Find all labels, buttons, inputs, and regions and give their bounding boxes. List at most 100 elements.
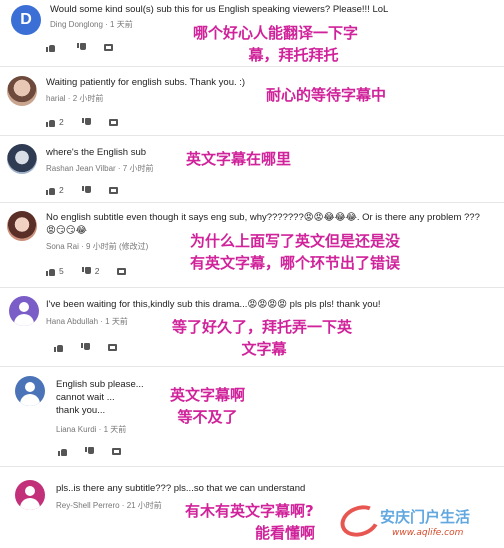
comment-actions: [58, 444, 139, 458]
caption-line: 文字幕: [241, 340, 287, 358]
thumbs-up-icon: [46, 118, 55, 127]
dislike-button[interactable]: 2: [81, 266, 100, 276]
comment-text: Waiting patiently for english subs. Than…: [46, 77, 246, 88]
timestamp[interactable]: 2 小时前: [73, 94, 104, 103]
reply-icon: [117, 267, 127, 275]
caption-line: 幕，拜托拜托: [248, 46, 339, 64]
comment-meta: Rashan Jean Vilbar · 7 小时前: [46, 164, 154, 173]
divider: [0, 202, 504, 203]
author-name[interactable]: Hana Abdullah: [46, 317, 98, 326]
like-button[interactable]: [58, 447, 67, 456]
caption-line: 等了好久了，拜托弄一下英: [172, 318, 353, 336]
comment-meta: Sona Rai · 9 小时前 (修改过): [46, 242, 149, 251]
dislike-count: 2: [94, 266, 100, 276]
comment-5: I've been waiting for this,kindly sub th…: [0, 292, 504, 362]
reply-button[interactable]: [108, 186, 118, 194]
author-name[interactable]: Ding Donglong: [50, 20, 103, 29]
comment-meta: Hana Abdullah · 1 天前: [46, 317, 128, 326]
caption-line: 能看懂啊: [255, 524, 316, 542]
avatar[interactable]: [9, 296, 39, 326]
avatar[interactable]: D: [11, 5, 41, 35]
timestamp[interactable]: 1 天前: [104, 425, 127, 434]
timestamp[interactable]: 1 天前: [105, 317, 128, 326]
thumbs-down-icon: [85, 446, 94, 456]
comment-text: thank you...: [56, 405, 106, 416]
avatar[interactable]: [15, 480, 45, 510]
caption-line: 有英文字幕，哪个环节出了错误: [190, 254, 401, 272]
comment-actions: [54, 340, 135, 354]
comment-2: Waiting patiently for english subs. Than…: [0, 70, 504, 130]
translation-caption: 有木有英文字幕啊? 能看懂啊: [185, 500, 315, 544]
comment-actions: 5 2: [46, 264, 144, 278]
author-name[interactable]: Rashan Jean Vilbar: [46, 164, 116, 173]
like-count: 2: [59, 117, 64, 127]
avatar[interactable]: [7, 144, 37, 174]
translation-caption: 耐心的等待字幕中: [266, 84, 386, 106]
dislike-button[interactable]: [85, 446, 94, 456]
thumbs-down-icon: [77, 42, 86, 52]
comment-meta: harial · 2 小时前: [46, 94, 104, 103]
reply-icon: [104, 43, 113, 51]
thumbs-up-icon: [46, 186, 55, 195]
dislike-button[interactable]: [81, 342, 90, 352]
edited-label: (修改过): [118, 242, 149, 251]
site-watermark: 安庆门户生活 www.aqlife.com: [336, 500, 504, 548]
watermark-logo-icon: [336, 500, 384, 542]
caption-line: 等不及了: [177, 408, 238, 426]
timestamp[interactable]: 9 小时前: [86, 242, 117, 251]
timestamp[interactable]: 7 小时前: [123, 164, 154, 173]
like-button[interactable]: [54, 343, 63, 352]
like-button[interactable]: [46, 43, 59, 52]
avatar[interactable]: [7, 76, 37, 106]
timestamp[interactable]: 1 天前: [110, 20, 133, 29]
comment-4: No english subtitle even though it says …: [0, 206, 504, 282]
like-button[interactable]: 2: [46, 185, 64, 195]
translation-caption: 英文字幕在哪里: [186, 148, 291, 170]
reply-button[interactable]: [112, 447, 121, 455]
comment-actions: [46, 40, 131, 54]
like-count: 5: [59, 266, 64, 276]
thumbs-down-icon: [81, 266, 91, 276]
reply-button[interactable]: [117, 267, 127, 275]
comment-text: I've been waiting for this,kindly sub th…: [46, 299, 381, 310]
like-button[interactable]: 5: [46, 266, 64, 276]
caption-line: 为什么上面写了英文但是还是没: [190, 232, 401, 250]
avatar-letter: D: [20, 11, 32, 28]
author-name[interactable]: harial: [46, 94, 66, 103]
translation-caption: 哪个好心人能翻译一下字 幕，拜托拜托: [193, 22, 358, 66]
timestamp[interactable]: 21 小时前: [127, 501, 162, 510]
dislike-button[interactable]: [81, 117, 91, 127]
author-name[interactable]: Liana Kurdi: [56, 425, 96, 434]
thumbs-down-icon: [81, 342, 90, 352]
thumbs-up-icon: [46, 267, 55, 276]
caption-line: 耐心的等待字幕中: [266, 86, 387, 104]
comment-text: cannot wait ...: [56, 392, 115, 403]
comment-text: pls..is there any subtitle??? pls...so t…: [56, 483, 306, 494]
dislike-button[interactable]: [77, 42, 86, 52]
translation-caption: 为什么上面写了英文但是还是没 有英文字幕，哪个环节出了错误: [190, 230, 400, 274]
comment-meta: Liana Kurdi · 1 天前: [56, 425, 127, 434]
thumbs-up-icon: [54, 343, 63, 352]
comment-actions: 2: [46, 183, 136, 197]
reply-icon: [112, 447, 121, 455]
comment-1: D Would some kind soul(s) sub this for u…: [0, 0, 504, 64]
reply-button[interactable]: [108, 343, 117, 351]
translation-caption: 等了好久了，拜托弄一下英 文字幕: [172, 316, 352, 360]
caption-line: 哪个好心人能翻译一下字: [193, 24, 359, 42]
caption-line: 有木有英文字幕啊?: [185, 502, 314, 520]
divider: [0, 287, 504, 288]
comment-text: English sub please...: [56, 379, 144, 390]
reply-icon: [108, 343, 117, 351]
thumbs-down-icon: [81, 185, 91, 195]
reply-button[interactable]: [108, 118, 118, 126]
avatar[interactable]: [7, 211, 37, 241]
author-name[interactable]: Rey-Shell Perrero: [56, 501, 120, 510]
caption-line: 英文字幕啊: [170, 386, 246, 404]
divider: [0, 135, 504, 136]
like-button[interactable]: 2: [46, 117, 64, 127]
reply-button[interactable]: [104, 43, 113, 51]
comment-meta: Ding Donglong · 1 天前: [50, 20, 133, 29]
author-name[interactable]: Sona Rai: [46, 242, 79, 251]
dislike-button[interactable]: [81, 185, 91, 195]
avatar[interactable]: [15, 376, 45, 406]
